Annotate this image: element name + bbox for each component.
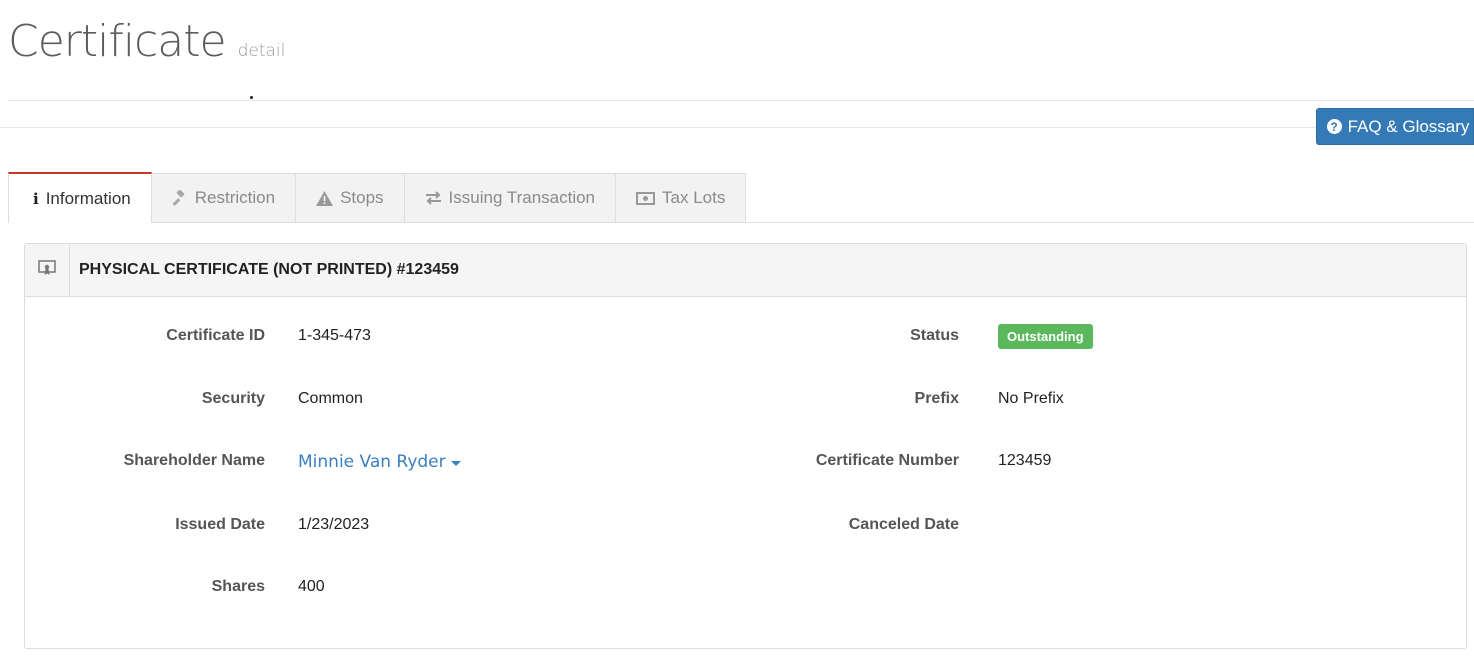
shares-value: 400 [298,578,325,595]
canceled-date-label: Canceled Date [848,516,959,533]
certificate-id-value: 1-345-473 [298,327,371,344]
tab-issuing-transaction[interactable]: Issuing Transaction [404,173,617,222]
tab-tax-lots[interactable]: Tax Lots [616,173,747,222]
panel-title: PHYSICAL CERTIFICATE (NOT PRINTED) #1234… [79,261,459,278]
tab-label: Restriction [194,188,276,207]
shareholder-name-label: Shareholder Name [123,452,265,469]
issued-date-value: 1/23/2023 [298,516,370,533]
shares-label: Shares [211,578,265,595]
certificate-number-label: Certificate Number [815,452,959,469]
certificate-number-value: 123459 [998,452,1052,469]
tab-label: Issuing Transaction [448,188,596,207]
panel-heading: PHYSICAL CERTIFICATE (NOT PRINTED) #1234… [25,244,1466,297]
money-icon [636,191,656,205]
info-icon: i [33,189,39,208]
header-divider [8,100,1474,101]
divider-dot [250,96,253,99]
tab-restriction[interactable]: Restriction [151,173,297,222]
page-header: Certificate detail [8,14,285,70]
status-label: Status [910,327,959,344]
certificate-id-label: Certificate ID [166,327,265,344]
tab-bar: i Information Restriction Stops Issuing … [8,172,1474,223]
gavel-icon [172,190,188,206]
faq-glossary-button[interactable]: ? FAQ & Glossary [1316,108,1474,145]
warning-icon [316,190,334,206]
tab-information[interactable]: i Information [8,172,152,223]
toolbar-divider [0,127,1474,128]
tab-label: Information [45,188,131,208]
prefix-label: Prefix [914,390,959,407]
tab-label: Stops [340,188,384,207]
shareholder-name-dropdown[interactable]: Minnie Van Ryder [298,452,461,472]
tab-label: Tax Lots [662,188,726,207]
panel-icon-box [25,244,70,296]
shareholder-name-value: Minnie Van Ryder [298,452,446,472]
prefix-value: No Prefix [998,390,1064,407]
caret-down-icon [450,461,461,466]
page-subtitle: detail [237,41,286,61]
certificate-panel: PHYSICAL CERTIFICATE (NOT PRINTED) #1234… [24,243,1467,649]
faq-glossary-label: FAQ & Glossary [1347,116,1470,136]
tab-stops[interactable]: Stops [296,173,405,222]
status-badge: Outstanding [998,324,1093,349]
certificate-icon [38,259,56,281]
security-value: Common [298,390,363,407]
page-title: Certificate [8,16,227,67]
exchange-icon [425,191,442,205]
security-label: Security [201,390,265,407]
question-circle-icon: ? [1326,119,1342,134]
issued-date-label: Issued Date [175,516,265,533]
